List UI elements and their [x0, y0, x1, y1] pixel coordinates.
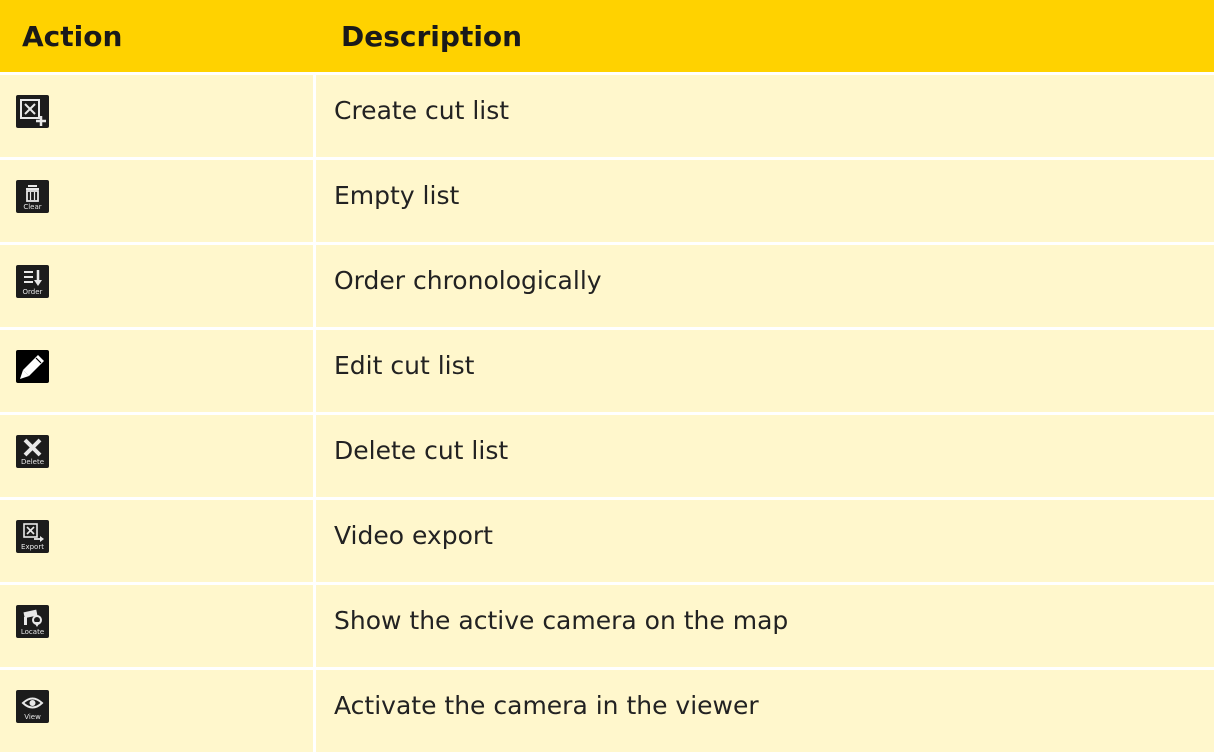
action-cell: Export — [0, 500, 316, 582]
header-description: Description — [341, 19, 523, 53]
clear-icon-caption: Clear — [23, 202, 42, 211]
actions-table: Action Description Create cut list Clear… — [0, 0, 1214, 752]
action-cell: Locate — [0, 585, 316, 667]
table-row: Locate Show the active camera on the map — [0, 582, 1214, 667]
edit-icon[interactable] — [16, 349, 49, 383]
table-row: Edit cut list — [0, 327, 1214, 412]
description-cell: Video export — [334, 520, 493, 550]
table-row: Clear Empty list — [0, 157, 1214, 242]
create-cut-list-icon[interactable] — [16, 94, 49, 128]
action-cell: View — [0, 670, 316, 752]
table-row: Order Order chronologically — [0, 242, 1214, 327]
clear-icon[interactable]: Clear — [16, 179, 49, 213]
action-cell: Clear — [0, 160, 316, 242]
description-cell: Order chronologically — [334, 265, 602, 295]
description-cell: Create cut list — [334, 95, 510, 125]
action-cell: Delete — [0, 415, 316, 497]
locate-icon[interactable]: Locate — [16, 604, 49, 638]
description-cell: Show the active camera on the map — [334, 605, 789, 635]
order-icon[interactable]: Order — [16, 264, 49, 298]
action-cell: Order — [0, 245, 316, 327]
delete-icon[interactable]: Delete — [16, 434, 49, 468]
table-header: Action Description — [0, 0, 1214, 72]
table-row: Create cut list — [0, 72, 1214, 157]
table-row: Delete Delete cut list — [0, 412, 1214, 497]
locate-icon-caption: Locate — [20, 627, 45, 636]
description-cell: Activate the camera in the viewer — [334, 690, 759, 720]
header-action: Action — [22, 19, 123, 53]
export-icon-caption: Export — [21, 542, 44, 551]
description-cell: Empty list — [334, 180, 460, 210]
table-row: View Activate the camera in the viewer — [0, 667, 1214, 752]
delete-icon-caption: Delete — [21, 457, 44, 466]
description-cell: Edit cut list — [334, 350, 475, 380]
action-cell — [0, 75, 316, 157]
export-icon[interactable]: Export — [16, 519, 49, 553]
view-icon-caption: View — [24, 712, 41, 721]
description-cell: Delete cut list — [334, 435, 509, 465]
view-icon[interactable]: View — [16, 689, 49, 723]
action-cell — [0, 330, 316, 412]
order-icon-caption: Order — [22, 287, 43, 296]
table-row: Export Video export — [0, 497, 1214, 582]
